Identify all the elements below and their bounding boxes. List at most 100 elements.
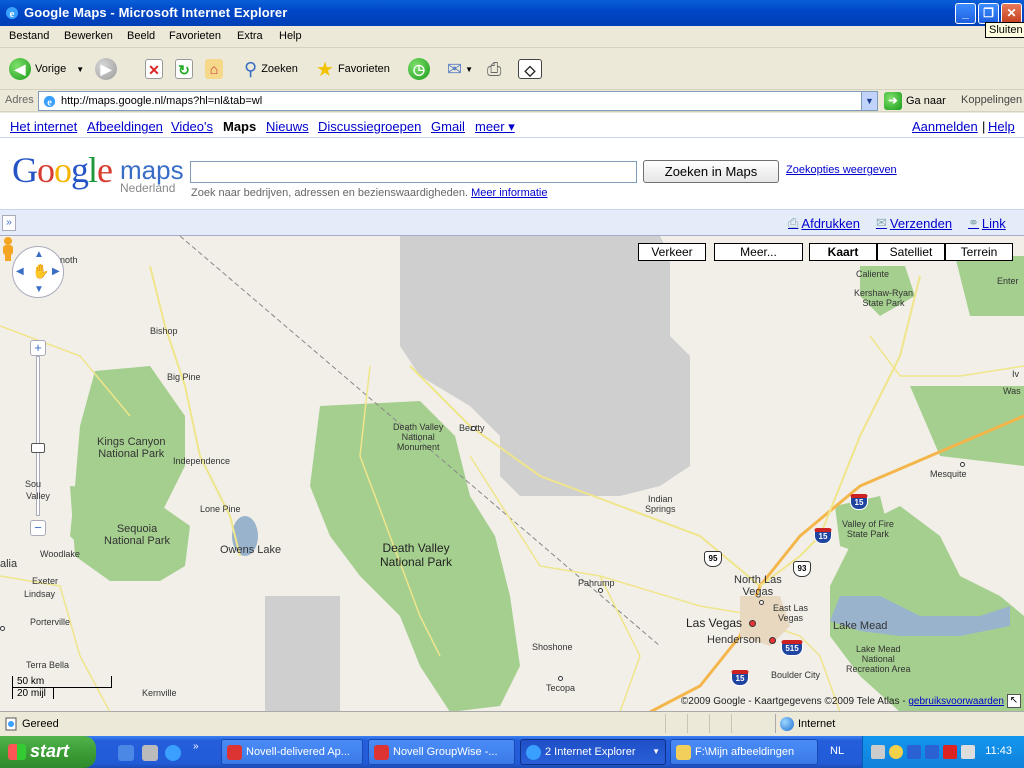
- close-tooltip: Sluiten: [985, 22, 1024, 38]
- gbar-maps: Maps: [223, 119, 257, 134]
- search-options-link[interactable]: Zoekopties weergeven: [786, 164, 897, 176]
- menu-view[interactable]: Beeld: [127, 30, 155, 42]
- maps-search-input[interactable]: [190, 161, 637, 183]
- taskbar-task[interactable]: F:\Mijn afbeeldingen: [670, 739, 818, 765]
- favorites-button[interactable]: ★ Favorieten: [316, 56, 390, 82]
- map-type-satellite-button[interactable]: Satelliet: [877, 243, 945, 261]
- links-label[interactable]: Koppelingen: [961, 94, 1022, 106]
- chevron-down-icon[interactable]: ▼: [465, 65, 473, 74]
- gbar-more[interactable]: meer ▾: [475, 119, 515, 135]
- taskbar-task[interactable]: 2 Internet Explorer ▼: [520, 739, 666, 765]
- language-indicator[interactable]: NL: [830, 745, 844, 757]
- gbar-gmail[interactable]: Gmail: [431, 119, 465, 134]
- place-label: Death Valley National Monument: [393, 422, 444, 452]
- map-type-terrain-button[interactable]: Terrein: [945, 243, 1013, 261]
- taskbar-task[interactable]: Novell-delivered Ap...: [221, 739, 363, 765]
- send-link[interactable]: ✉ Verzenden: [876, 215, 952, 231]
- print-link[interactable]: ⎙ Afdrukken: [788, 215, 860, 231]
- chain-link-icon: ⚭: [968, 215, 979, 230]
- go-button[interactable]: ➔ Ga naar: [884, 92, 946, 110]
- google-maps-logo[interactable]: Google maps Nederland: [12, 149, 184, 195]
- menu-favorites[interactable]: Favorieten: [169, 30, 221, 42]
- address-input[interactable]: e http://maps.google.nl/maps?hl=nl&tab=w…: [38, 91, 878, 111]
- pan-up-icon[interactable]: ▲: [34, 249, 44, 260]
- mail-button[interactable]: ✉ ▼: [447, 56, 473, 82]
- more-button[interactable]: Meer...: [714, 243, 803, 261]
- place-label: Was: [1003, 386, 1021, 396]
- map-canvas[interactable]: Verkeer Meer... Kaart Satelliet Terrein …: [0, 235, 1024, 711]
- pan-control[interactable]: ▲ ▼ ◀ ▶ ✋: [12, 246, 64, 298]
- place-label: Shoshone: [532, 642, 573, 652]
- tray-icon[interactable]: [961, 745, 975, 759]
- system-tray: 11:43: [862, 736, 1024, 768]
- status-bar: Gereed Internet: [0, 711, 1024, 735]
- tray-icon[interactable]: [907, 745, 921, 759]
- quicklaunch-icon[interactable]: [118, 745, 134, 761]
- place-label: alia: [0, 558, 18, 570]
- history-button[interactable]: ◷: [408, 56, 430, 82]
- town-marker: [0, 626, 5, 631]
- menu-file[interactable]: Bestand: [9, 30, 49, 42]
- folder-icon: [676, 745, 691, 760]
- pan-right-icon[interactable]: ▶: [52, 266, 60, 277]
- print-button[interactable]: ⎙: [487, 56, 501, 82]
- pan-left-icon[interactable]: ◀: [16, 266, 24, 277]
- map-scale: 50 km 20 mijl: [12, 676, 112, 699]
- help-link[interactable]: Help: [988, 119, 1015, 134]
- svg-text:e: e: [47, 97, 52, 108]
- address-dropdown-button[interactable]: ▼: [861, 92, 877, 110]
- edit-button[interactable]: ◇: [518, 56, 542, 82]
- quicklaunch-more-icon[interactable]: »: [193, 741, 199, 752]
- search-maps-button[interactable]: Zoeken in Maps: [643, 160, 779, 183]
- chevron-down-icon[interactable]: ▼: [76, 65, 84, 74]
- taskbar-task[interactable]: Novell GroupWise -...: [368, 739, 515, 765]
- search-button[interactable]: ⚲ Zoeken: [244, 56, 298, 82]
- place-label: Kernville: [142, 688, 177, 698]
- map-type-map-button[interactable]: Kaart: [809, 243, 877, 261]
- stop-button[interactable]: ✕: [145, 56, 163, 82]
- quicklaunch-ie-icon[interactable]: [165, 745, 181, 761]
- resize-map-icon[interactable]: ↖: [1007, 694, 1021, 708]
- refresh-button[interactable]: ↻: [175, 56, 193, 82]
- link-link[interactable]: ⚭ Link: [968, 215, 1006, 231]
- pan-down-icon[interactable]: ▼: [34, 284, 44, 295]
- tray-icon[interactable]: [943, 745, 957, 759]
- gbar-images[interactable]: Afbeeldingen: [87, 119, 163, 134]
- terms-link[interactable]: gebruiksvoorwaarden: [908, 696, 1004, 707]
- more-info-link[interactable]: Meer informatie: [471, 187, 547, 199]
- app-icon: [374, 745, 389, 760]
- maximize-button[interactable]: ❐: [978, 3, 999, 24]
- tray-icon[interactable]: [871, 745, 885, 759]
- status-segment: [709, 714, 731, 733]
- menu-edit[interactable]: Bewerken: [64, 30, 113, 42]
- zoom-in-button[interactable]: +: [30, 340, 46, 356]
- zoom-slider-thumb[interactable]: [31, 443, 45, 453]
- back-button[interactable]: ◀ Vorige ▼: [9, 56, 84, 82]
- place-label: Tecopa: [546, 683, 576, 693]
- traffic-button[interactable]: Verkeer: [638, 243, 706, 261]
- forward-button[interactable]: ▶: [95, 56, 117, 82]
- signin-link[interactable]: Aanmelden: [912, 119, 978, 134]
- close-button[interactable]: ✕: [1001, 3, 1022, 24]
- collapse-panel-button[interactable]: »: [2, 215, 16, 231]
- home-button[interactable]: ⌂: [205, 56, 223, 82]
- tray-icon[interactable]: [889, 745, 903, 759]
- gbar-web[interactable]: Het internet: [10, 119, 77, 134]
- menu-help[interactable]: Help: [279, 30, 302, 42]
- gbar-groups[interactable]: Discussiegroepen: [318, 119, 421, 134]
- clock[interactable]: 11:43: [985, 745, 1012, 757]
- start-button[interactable]: start: [0, 736, 96, 768]
- tray-icon[interactable]: [925, 745, 939, 759]
- gbar-videos[interactable]: Video's: [171, 119, 213, 134]
- window-title: Google Maps - Microsoft Internet Explore…: [24, 5, 288, 20]
- taskbar: start » Novell-delivered Ap... Novell Gr…: [0, 736, 1024, 768]
- gbar-news[interactable]: Nieuws: [266, 119, 309, 134]
- place-label: Exeter: [32, 576, 59, 586]
- place-label: Caliente: [856, 269, 890, 279]
- menu-tools[interactable]: Extra: [237, 30, 263, 42]
- zoom-out-button[interactable]: −: [30, 520, 46, 536]
- place-label: Porterville: [30, 617, 71, 627]
- pegman-icon[interactable]: [0, 236, 16, 262]
- quicklaunch-icon[interactable]: [142, 745, 158, 761]
- minimize-button[interactable]: _: [955, 3, 976, 24]
